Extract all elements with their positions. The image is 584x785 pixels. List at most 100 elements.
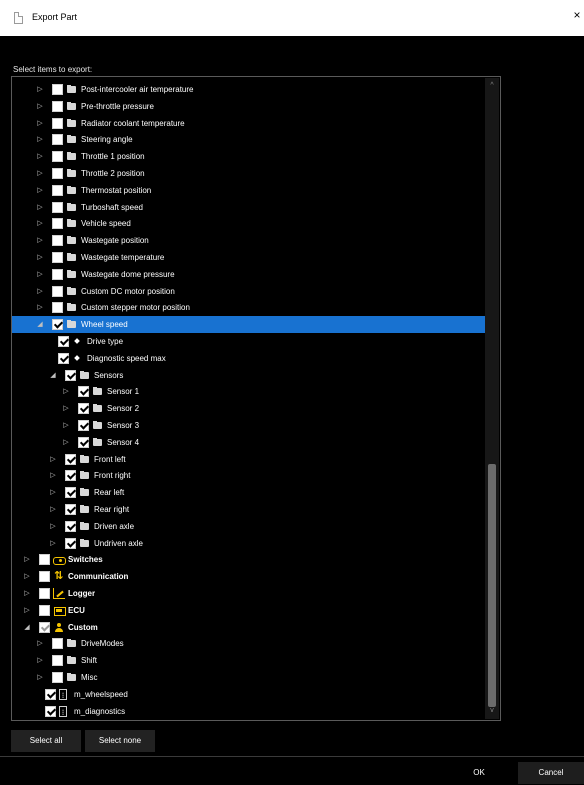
row-checkbox[interactable] bbox=[52, 168, 63, 179]
row-checkbox[interactable] bbox=[65, 453, 76, 465]
collapsed-arrow-icon[interactable]: ▷ bbox=[61, 402, 71, 415]
row-checkbox[interactable] bbox=[52, 100, 63, 112]
tree-row[interactable]: ▷ Wastegate dome pressure bbox=[12, 266, 486, 283]
row-checkbox[interactable] bbox=[58, 352, 69, 364]
tree-row[interactable]: ▷ Switches bbox=[12, 551, 486, 568]
tree-row[interactable]: ▷ Misc bbox=[12, 669, 486, 686]
row-checkbox[interactable] bbox=[78, 420, 89, 431]
scroll-down-arrow-icon[interactable]: v bbox=[485, 707, 499, 717]
collapsed-arrow-icon[interactable]: ▷ bbox=[35, 234, 45, 247]
row-checkbox[interactable] bbox=[65, 470, 76, 482]
tree-row[interactable]: ▷ Sensor 2 bbox=[12, 400, 486, 417]
collapsed-arrow-icon[interactable]: ▷ bbox=[35, 201, 45, 214]
tree-row[interactable]: ▷ Sensor 1 bbox=[12, 383, 486, 400]
row-checkbox[interactable] bbox=[52, 117, 63, 129]
tree-row[interactable]: ▷ Driven axle bbox=[12, 518, 486, 535]
row-checkbox[interactable] bbox=[39, 554, 50, 566]
tree-row[interactable]: ▷ Sensor 4 bbox=[12, 434, 486, 451]
tree-row[interactable]: ▷ Undriven axle bbox=[12, 535, 486, 552]
collapsed-arrow-icon[interactable]: ▷ bbox=[22, 604, 32, 617]
collapsed-arrow-icon[interactable]: ▷ bbox=[48, 537, 58, 550]
vertical-scrollbar[interactable]: ^ v bbox=[485, 78, 499, 719]
tree-row[interactable]: ▷ Throttle 1 position bbox=[12, 148, 486, 165]
collapsed-arrow-icon[interactable]: ▷ bbox=[35, 637, 45, 650]
row-checkbox[interactable] bbox=[65, 487, 76, 499]
row-checkbox[interactable] bbox=[58, 336, 69, 347]
tree-row-selected[interactable]: ◢ Wheel speed bbox=[12, 316, 486, 334]
tree-row[interactable]: ▷ Shift bbox=[12, 652, 486, 669]
tree-row[interactable]: ◢ Sensors bbox=[12, 367, 486, 384]
tree-row[interactable]: ▷ Custom DC motor position bbox=[12, 283, 486, 300]
collapsed-arrow-icon[interactable]: ▷ bbox=[35, 83, 45, 96]
tree-row[interactable]: ▷ Front left bbox=[12, 451, 486, 468]
tree-row[interactable]: ⁝ m_wheelspeed bbox=[12, 686, 486, 703]
row-checkbox[interactable] bbox=[39, 588, 50, 599]
row-checkbox[interactable] bbox=[52, 218, 63, 230]
expanded-arrow-icon[interactable]: ◢ bbox=[35, 318, 45, 331]
tree-row[interactable]: ▷ Throttle 2 position bbox=[12, 165, 486, 182]
row-checkbox[interactable] bbox=[78, 386, 89, 398]
tree-row[interactable]: ▷ Front right bbox=[12, 467, 486, 484]
row-checkbox[interactable] bbox=[52, 201, 63, 213]
row-checkbox[interactable] bbox=[65, 369, 76, 381]
row-checkbox[interactable] bbox=[52, 84, 63, 95]
tree-row[interactable]: ▷ Wastegate position bbox=[12, 232, 486, 249]
collapsed-arrow-icon[interactable]: ▷ bbox=[22, 570, 32, 583]
tree-row[interactable]: Drive type bbox=[12, 333, 486, 350]
tree-row[interactable]: ▷ ECU bbox=[12, 602, 486, 619]
collapsed-arrow-icon[interactable]: ▷ bbox=[35, 184, 45, 197]
collapsed-arrow-icon[interactable]: ▷ bbox=[22, 587, 32, 600]
close-button[interactable]: × bbox=[570, 6, 584, 24]
row-checkbox[interactable] bbox=[52, 252, 63, 263]
row-checkbox[interactable] bbox=[78, 436, 89, 448]
row-checkbox[interactable] bbox=[52, 638, 63, 650]
collapsed-arrow-icon[interactable]: ▷ bbox=[35, 301, 45, 314]
row-checkbox[interactable] bbox=[65, 520, 76, 532]
row-checkbox[interactable] bbox=[52, 672, 63, 683]
collapsed-arrow-icon[interactable]: ▷ bbox=[35, 671, 45, 684]
collapsed-arrow-icon[interactable]: ▷ bbox=[35, 285, 45, 298]
row-checkbox[interactable] bbox=[39, 604, 50, 616]
row-checkbox[interactable] bbox=[78, 403, 89, 415]
tree-row[interactable]: ▷ Custom stepper motor position bbox=[12, 299, 486, 316]
row-checkbox[interactable] bbox=[39, 621, 50, 633]
tree-row[interactable]: ▷ Pre-throttle pressure bbox=[12, 98, 486, 115]
tree-row[interactable]: ▷ Rear right bbox=[12, 501, 486, 518]
collapsed-arrow-icon[interactable]: ▷ bbox=[61, 419, 71, 432]
collapsed-arrow-icon[interactable]: ▷ bbox=[35, 654, 45, 667]
collapsed-arrow-icon[interactable]: ▷ bbox=[48, 503, 58, 516]
tree-row[interactable]: ▷ Steering angle bbox=[12, 131, 486, 148]
tree-row[interactable]: ▷ Rear left bbox=[12, 484, 486, 501]
tree-row[interactable]: ◢ Custom bbox=[12, 619, 486, 636]
cancel-button[interactable]: Cancel bbox=[518, 762, 584, 784]
scroll-up-arrow-icon[interactable]: ^ bbox=[485, 82, 499, 92]
row-checkbox[interactable] bbox=[65, 504, 76, 515]
row-checkbox[interactable] bbox=[52, 235, 63, 247]
collapsed-arrow-icon[interactable]: ▷ bbox=[48, 453, 58, 466]
collapsed-arrow-icon[interactable]: ▷ bbox=[35, 133, 45, 146]
tree-row[interactable]: ▷ Wastegate temperature bbox=[12, 249, 486, 266]
tree-row[interactable]: ▷ Vehicle speed bbox=[12, 215, 486, 232]
export-tree[interactable]: ▷ Post-intercooler air temperature ▷ Pre-th… bbox=[11, 76, 501, 721]
collapsed-arrow-icon[interactable]: ▷ bbox=[61, 436, 71, 449]
select-all-button[interactable]: Select all bbox=[11, 730, 81, 752]
collapsed-arrow-icon[interactable]: ▷ bbox=[35, 100, 45, 113]
collapsed-arrow-icon[interactable]: ▷ bbox=[35, 167, 45, 180]
collapsed-arrow-icon[interactable]: ▷ bbox=[22, 553, 32, 566]
collapsed-arrow-icon[interactable]: ▷ bbox=[35, 150, 45, 163]
tree-row[interactable]: ▷ Radiator coolant temperature bbox=[12, 115, 486, 132]
row-checkbox[interactable] bbox=[52, 655, 63, 667]
scroll-thumb[interactable] bbox=[488, 464, 496, 707]
row-checkbox[interactable] bbox=[52, 184, 63, 196]
tree-row[interactable]: ▷ Turboshaft speed bbox=[12, 199, 486, 216]
row-checkbox[interactable] bbox=[65, 537, 76, 549]
tree-row[interactable]: ▷ Sensor 3 bbox=[12, 417, 486, 434]
expanded-arrow-icon[interactable]: ◢ bbox=[48, 369, 58, 382]
row-checkbox[interactable] bbox=[52, 285, 63, 297]
row-checkbox[interactable] bbox=[52, 268, 63, 280]
row-checkbox[interactable] bbox=[45, 705, 56, 717]
row-checkbox[interactable] bbox=[39, 571, 50, 583]
tree-row[interactable]: ▷ Post-intercooler air temperature bbox=[12, 81, 486, 98]
collapsed-arrow-icon[interactable]: ▷ bbox=[35, 117, 45, 130]
collapsed-arrow-icon[interactable]: ▷ bbox=[35, 217, 45, 230]
